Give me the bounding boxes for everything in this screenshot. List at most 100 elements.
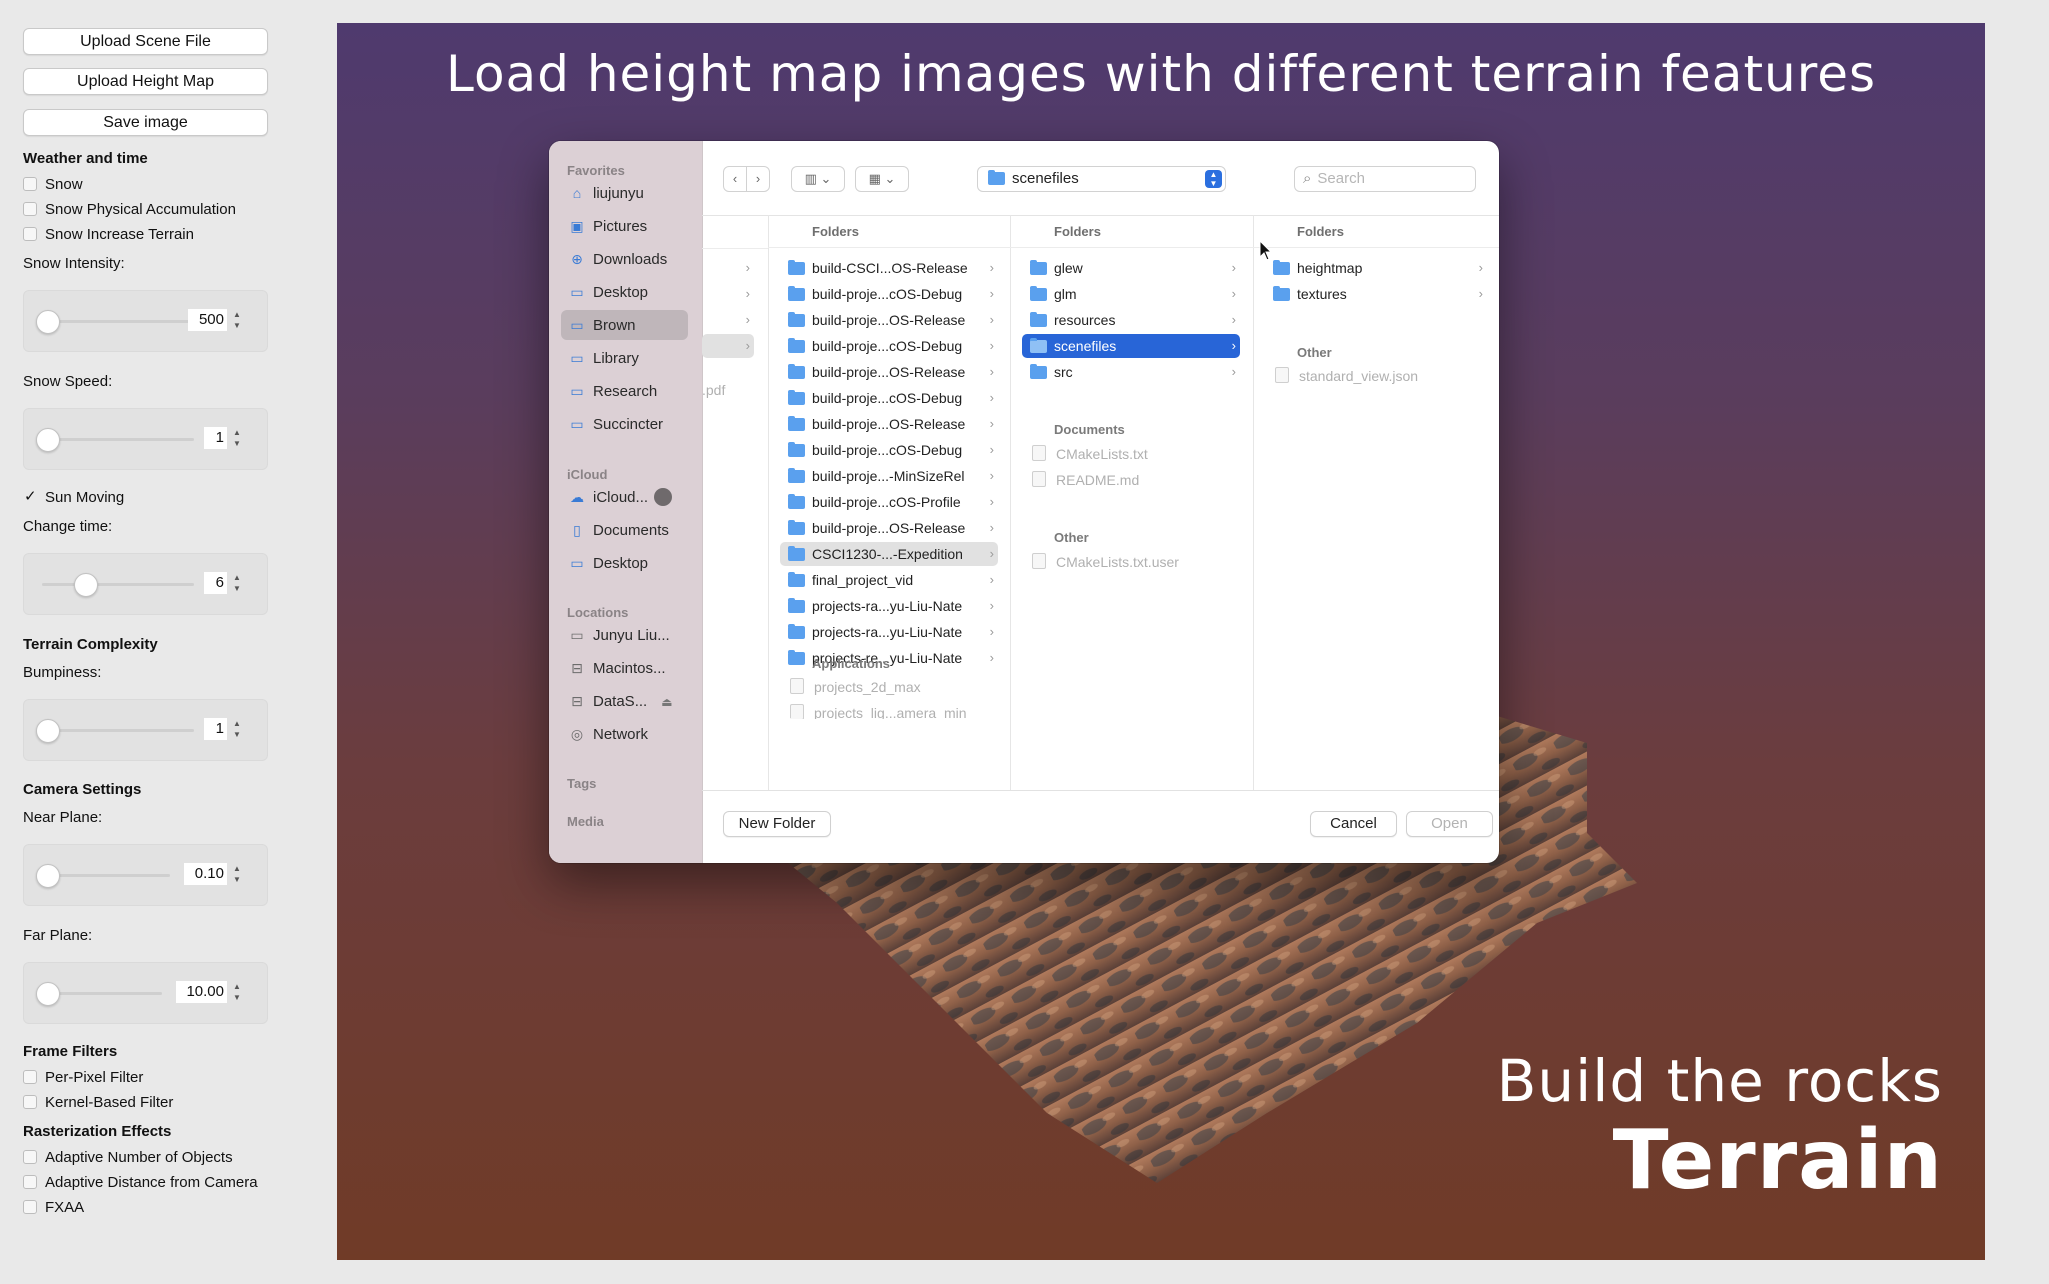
- near-plane-spinbox[interactable]: 0.10: [184, 863, 227, 885]
- checkbox-box[interactable]: [23, 1070, 37, 1084]
- checkbox-box[interactable]: [23, 177, 37, 191]
- save-image-button[interactable]: Save image: [23, 109, 268, 136]
- adaptive-distance-checkbox[interactable]: Adaptive Distance from Camera: [23, 1174, 258, 1192]
- slider-track[interactable]: [42, 320, 194, 323]
- near-plane-slider-knob[interactable]: [36, 864, 60, 888]
- far-plane-slider-knob[interactable]: [36, 982, 60, 1006]
- upload-scene-file-button[interactable]: Upload Scene File: [23, 28, 268, 55]
- snow-checkbox[interactable]: Snow: [23, 176, 83, 194]
- list-item[interactable]: ›: [702, 282, 754, 306]
- list-item-selected[interactable]: ›: [702, 334, 754, 358]
- list-item[interactable]: projects_2d_max: [788, 675, 1002, 699]
- sidebar-item-icloud-desktop[interactable]: ▭ Desktop: [561, 548, 688, 578]
- slider-track[interactable]: [42, 583, 194, 586]
- list-item-folder[interactable]: build-proje...OS-Release ›: [780, 360, 998, 384]
- partial-file-name[interactable]: .pdf: [702, 378, 725, 402]
- list-item-folder[interactable]: build-proje...cOS-Debug ›: [780, 282, 998, 306]
- list-item-folder[interactable]: projects-ra...yu-Liu-Nate ›: [780, 594, 998, 618]
- fxaa-checkbox[interactable]: FXAA: [23, 1199, 84, 1217]
- per-pixel-checkbox[interactable]: Per-Pixel Filter: [23, 1069, 143, 1087]
- sidebar-item-icloud-documents[interactable]: ▯ Documents: [561, 515, 688, 545]
- list-item[interactable]: README.md: [1030, 468, 1240, 492]
- spin-arrows-icon[interactable]: ▲ ▼: [231, 427, 243, 451]
- kernel-checkbox[interactable]: Kernel-Based Filter: [23, 1094, 173, 1112]
- list-item[interactable]: CMakeLists.txt.user: [1030, 550, 1240, 574]
- sidebar-item-datas[interactable]: ⊟ DataS... ⏏: [561, 686, 688, 716]
- list-item-folder[interactable]: build-CSCI...OS-Release ›: [780, 256, 998, 280]
- checkbox-box[interactable]: [23, 227, 37, 241]
- sidebar-item-downloads[interactable]: ⊕ Downloads: [561, 244, 688, 274]
- checkbox-box[interactable]: [23, 1095, 37, 1109]
- sidebar-item-icloud-drive[interactable]: ☁ iCloud...: [561, 482, 688, 512]
- change-time-slider-knob[interactable]: [74, 573, 98, 597]
- list-item-folder[interactable]: projects-ra...yu-Liu-Nate ›: [780, 620, 998, 644]
- forward-button[interactable]: ›: [746, 166, 770, 192]
- new-folder-button[interactable]: New Folder: [723, 811, 831, 837]
- open-button[interactable]: Open: [1406, 811, 1493, 837]
- spin-arrows-icon[interactable]: ▲ ▼: [231, 863, 243, 887]
- checkbox-box[interactable]: [23, 1150, 37, 1164]
- sidebar-item-computer[interactable]: ▭ Junyu Liu...: [561, 620, 688, 650]
- snow-intensity-spinbox[interactable]: 500: [188, 309, 227, 331]
- sidebar-item-library[interactable]: ▭ Library: [561, 343, 688, 373]
- list-item-folder[interactable]: build-proje...cOS-Profile ›: [780, 490, 998, 514]
- slider-track[interactable]: [42, 992, 162, 995]
- sidebar-item-network[interactable]: ◎ Network: [561, 719, 688, 749]
- list-item[interactable]: CMakeLists.txt: [1030, 442, 1240, 466]
- bumpiness-slider-knob[interactable]: [36, 719, 60, 743]
- list-item-folder[interactable]: CSCI1230-...-Expedition ›: [780, 542, 998, 566]
- list-item-folder[interactable]: build-proje...OS-Release ›: [780, 308, 998, 332]
- list-item-folder[interactable]: final_project_vid ›: [780, 568, 998, 592]
- view-mode-button[interactable]: ▥ ⌄: [791, 166, 845, 192]
- cancel-button[interactable]: Cancel: [1310, 811, 1397, 837]
- list-item[interactable]: projects_lig...amera_min: [788, 701, 1002, 719]
- tags-heading[interactable]: Tags: [567, 776, 596, 791]
- far-plane-spinbox[interactable]: 10.00: [176, 981, 227, 1003]
- snow-speed-slider-knob[interactable]: [36, 428, 60, 452]
- spin-arrows-icon[interactable]: ▲ ▼: [231, 718, 243, 742]
- list-item-folder[interactable]: build-proje...-MinSizeRel ›: [780, 464, 998, 488]
- list-item-folder[interactable]: build-proje...OS-Release ›: [780, 412, 998, 436]
- sidebar-item-liujunyu[interactable]: ⌂ liujunyu: [561, 178, 688, 208]
- change-time-spinbox[interactable]: 6: [204, 572, 227, 594]
- spin-arrows-icon[interactable]: ▲ ▼: [231, 572, 243, 596]
- list-item-resources[interactable]: resources ›: [1022, 308, 1240, 332]
- list-item-folder[interactable]: build-proje...OS-Release ›: [780, 516, 998, 540]
- list-item-folder[interactable]: build-proje...cOS-Debug ›: [780, 438, 998, 462]
- slider-track[interactable]: [42, 438, 194, 441]
- sidebar-item-succincter[interactable]: ▭ Succincter: [561, 409, 688, 439]
- sun-moving-checkbox[interactable]: Sun Moving: [23, 488, 124, 507]
- list-item-glew[interactable]: glew ›: [1022, 256, 1240, 280]
- snow-speed-spinbox[interactable]: 1: [204, 427, 227, 449]
- eject-icon[interactable]: ⏏: [661, 695, 672, 709]
- checkbox-box[interactable]: [23, 1200, 37, 1214]
- list-item-heightmap[interactable]: heightmap ›: [1265, 256, 1487, 280]
- list-item[interactable]: ›: [702, 256, 754, 280]
- checkbox-checked[interactable]: [23, 488, 37, 506]
- list-item[interactable]: ›: [702, 308, 754, 332]
- list-item-folder[interactable]: build-proje...cOS-Debug ›: [780, 334, 998, 358]
- snow-terrain-checkbox[interactable]: Snow Increase Terrain: [23, 226, 194, 244]
- list-item[interactable]: standard_view.json: [1273, 364, 1487, 388]
- snow-accumulation-checkbox[interactable]: Snow Physical Accumulation: [23, 201, 236, 219]
- list-item-src[interactable]: src ›: [1022, 360, 1240, 384]
- sidebar-item-macintosh-hd[interactable]: ⊟ Macintos...: [561, 653, 688, 683]
- checkbox-box[interactable]: [23, 1175, 37, 1189]
- upload-height-map-button[interactable]: Upload Height Map: [23, 68, 268, 95]
- group-by-button[interactable]: ▦ ⌄: [855, 166, 909, 192]
- search-input[interactable]: ⌕ Search: [1294, 166, 1476, 192]
- list-item-folder[interactable]: build-proje...cOS-Debug ›: [780, 386, 998, 410]
- sidebar-item-brown[interactable]: ▭ Brown: [561, 310, 688, 340]
- path-popup[interactable]: scenefiles ▲ ▼: [977, 166, 1226, 192]
- checkbox-box[interactable]: [23, 202, 37, 216]
- spin-arrows-icon[interactable]: ▲ ▼: [231, 309, 243, 333]
- list-item-scenefiles[interactable]: scenefiles ›: [1022, 334, 1240, 358]
- back-button[interactable]: ‹: [723, 166, 747, 192]
- sidebar-item-pictures[interactable]: ▣ Pictures: [561, 211, 688, 241]
- bumpiness-spinbox[interactable]: 1: [204, 718, 227, 740]
- slider-track[interactable]: [42, 874, 170, 877]
- sidebar-item-research[interactable]: ▭ Research: [561, 376, 688, 406]
- list-item-glm[interactable]: glm ›: [1022, 282, 1240, 306]
- slider-track[interactable]: [42, 729, 194, 732]
- adaptive-objects-checkbox[interactable]: Adaptive Number of Objects: [23, 1149, 233, 1167]
